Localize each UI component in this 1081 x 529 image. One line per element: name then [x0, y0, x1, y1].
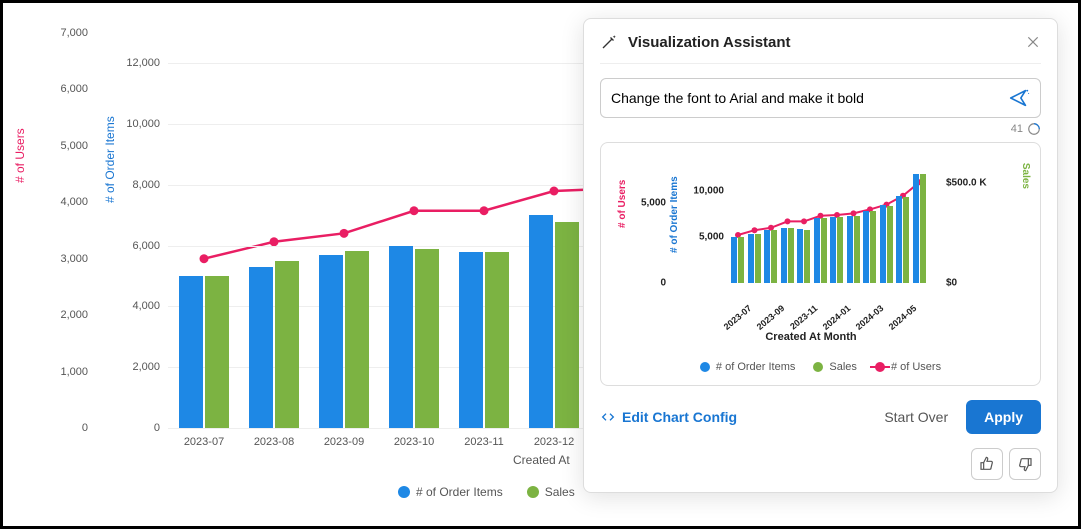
send-icon[interactable] — [1008, 87, 1030, 109]
mini-y-ticks-users: 05,000 — [631, 163, 666, 283]
y-ticks-users: 01,0002,0003,0004,0005,0006,0007,000 — [48, 33, 88, 428]
start-over-button[interactable]: Start Over — [874, 401, 958, 433]
feedback-row — [971, 448, 1041, 480]
mini-x-axis-label: Created At Month — [611, 331, 1011, 343]
thumbs-up-icon — [979, 456, 995, 472]
mini-y-label-users: # of Users — [617, 180, 628, 228]
mini-y-label-order-items: # of Order Items — [669, 176, 680, 253]
credits-counter: 41 — [600, 122, 1041, 136]
code-icon — [600, 409, 616, 425]
prompt-input-row[interactable] — [600, 78, 1041, 118]
panel-header: Visualization Assistant — [600, 33, 1041, 64]
legend-item: Sales — [527, 485, 575, 499]
y-axis-label-order-items: # of Order Items — [103, 116, 117, 203]
legend-item: # of Users — [875, 361, 941, 373]
mini-legend: # of Order Items Sales # of Users — [611, 361, 1030, 373]
legend-item: # of Order Items — [398, 485, 503, 499]
mini-chart: # of Users # of Order Items Sales 05,000… — [611, 153, 1031, 353]
panel-title: Visualization Assistant — [628, 34, 1015, 51]
credits-icon — [1027, 122, 1041, 136]
x-axis-label: Created At — [513, 453, 570, 467]
panel-actions: Edit Chart Config Start Over Apply — [600, 400, 1041, 434]
legend-item: # of Order Items — [700, 361, 795, 373]
apply-button[interactable]: Apply — [966, 400, 1041, 434]
prompt-input[interactable] — [611, 90, 1000, 106]
y-axis-label-users: # of Users — [13, 128, 27, 183]
mini-y-ticks-sales: $0$500.0 K — [946, 163, 1001, 283]
thumbs-down-button[interactable] — [1009, 448, 1041, 480]
edit-chart-config-link[interactable]: Edit Chart Config — [600, 409, 737, 425]
chart-preview-card: # of Users # of Order Items Sales 05,000… — [600, 142, 1041, 386]
visualization-assistant-panel: Visualization Assistant 41 # of Users # … — [583, 18, 1058, 493]
main-legend: # of Order Items Sales — [398, 485, 575, 499]
mini-plot-area: 2023-072023-092023-112024-012024-032024-… — [729, 163, 939, 283]
mini-y-ticks-order-items: 5,00010,000 — [686, 163, 724, 283]
thumbs-up-button[interactable] — [971, 448, 1003, 480]
thumbs-down-icon — [1017, 456, 1033, 472]
legend-item: Sales — [813, 361, 857, 373]
close-icon[interactable] — [1025, 34, 1041, 50]
mini-y-label-sales: Sales — [1020, 163, 1031, 189]
y-ticks-order-items: 02,0004,0006,0008,00010,00012,000 — [118, 33, 160, 428]
wand-icon — [600, 33, 618, 51]
app-frame: # of Users # of Order Items 01,0002,0003… — [0, 0, 1081, 529]
